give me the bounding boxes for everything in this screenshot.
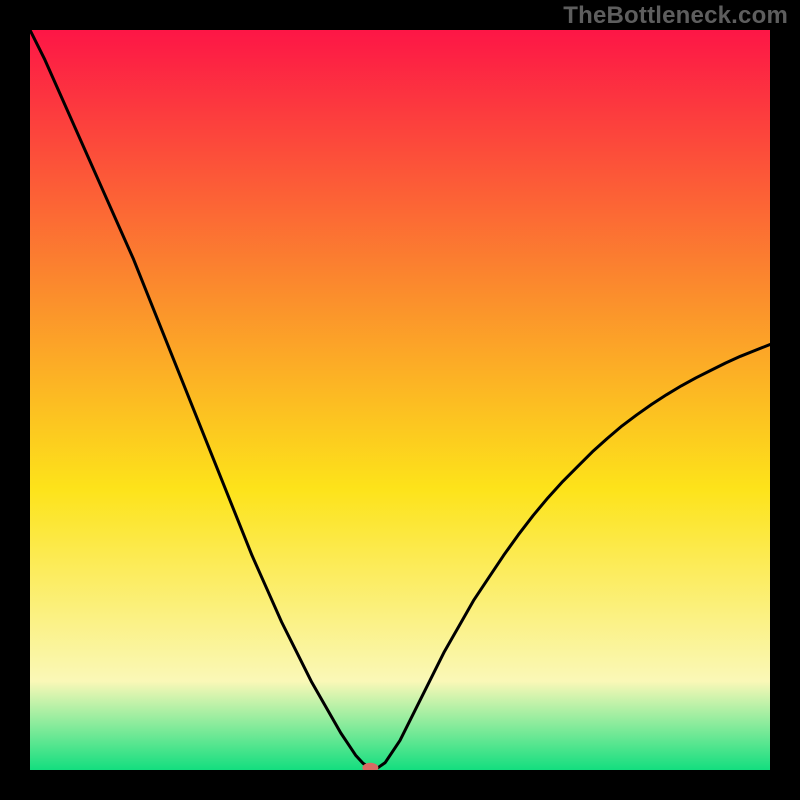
watermark-text: TheBottleneck.com: [563, 2, 788, 30]
chart-svg: [30, 30, 770, 770]
chart-frame: TheBottleneck.com: [0, 0, 800, 800]
chart-plot-area: [30, 30, 770, 770]
